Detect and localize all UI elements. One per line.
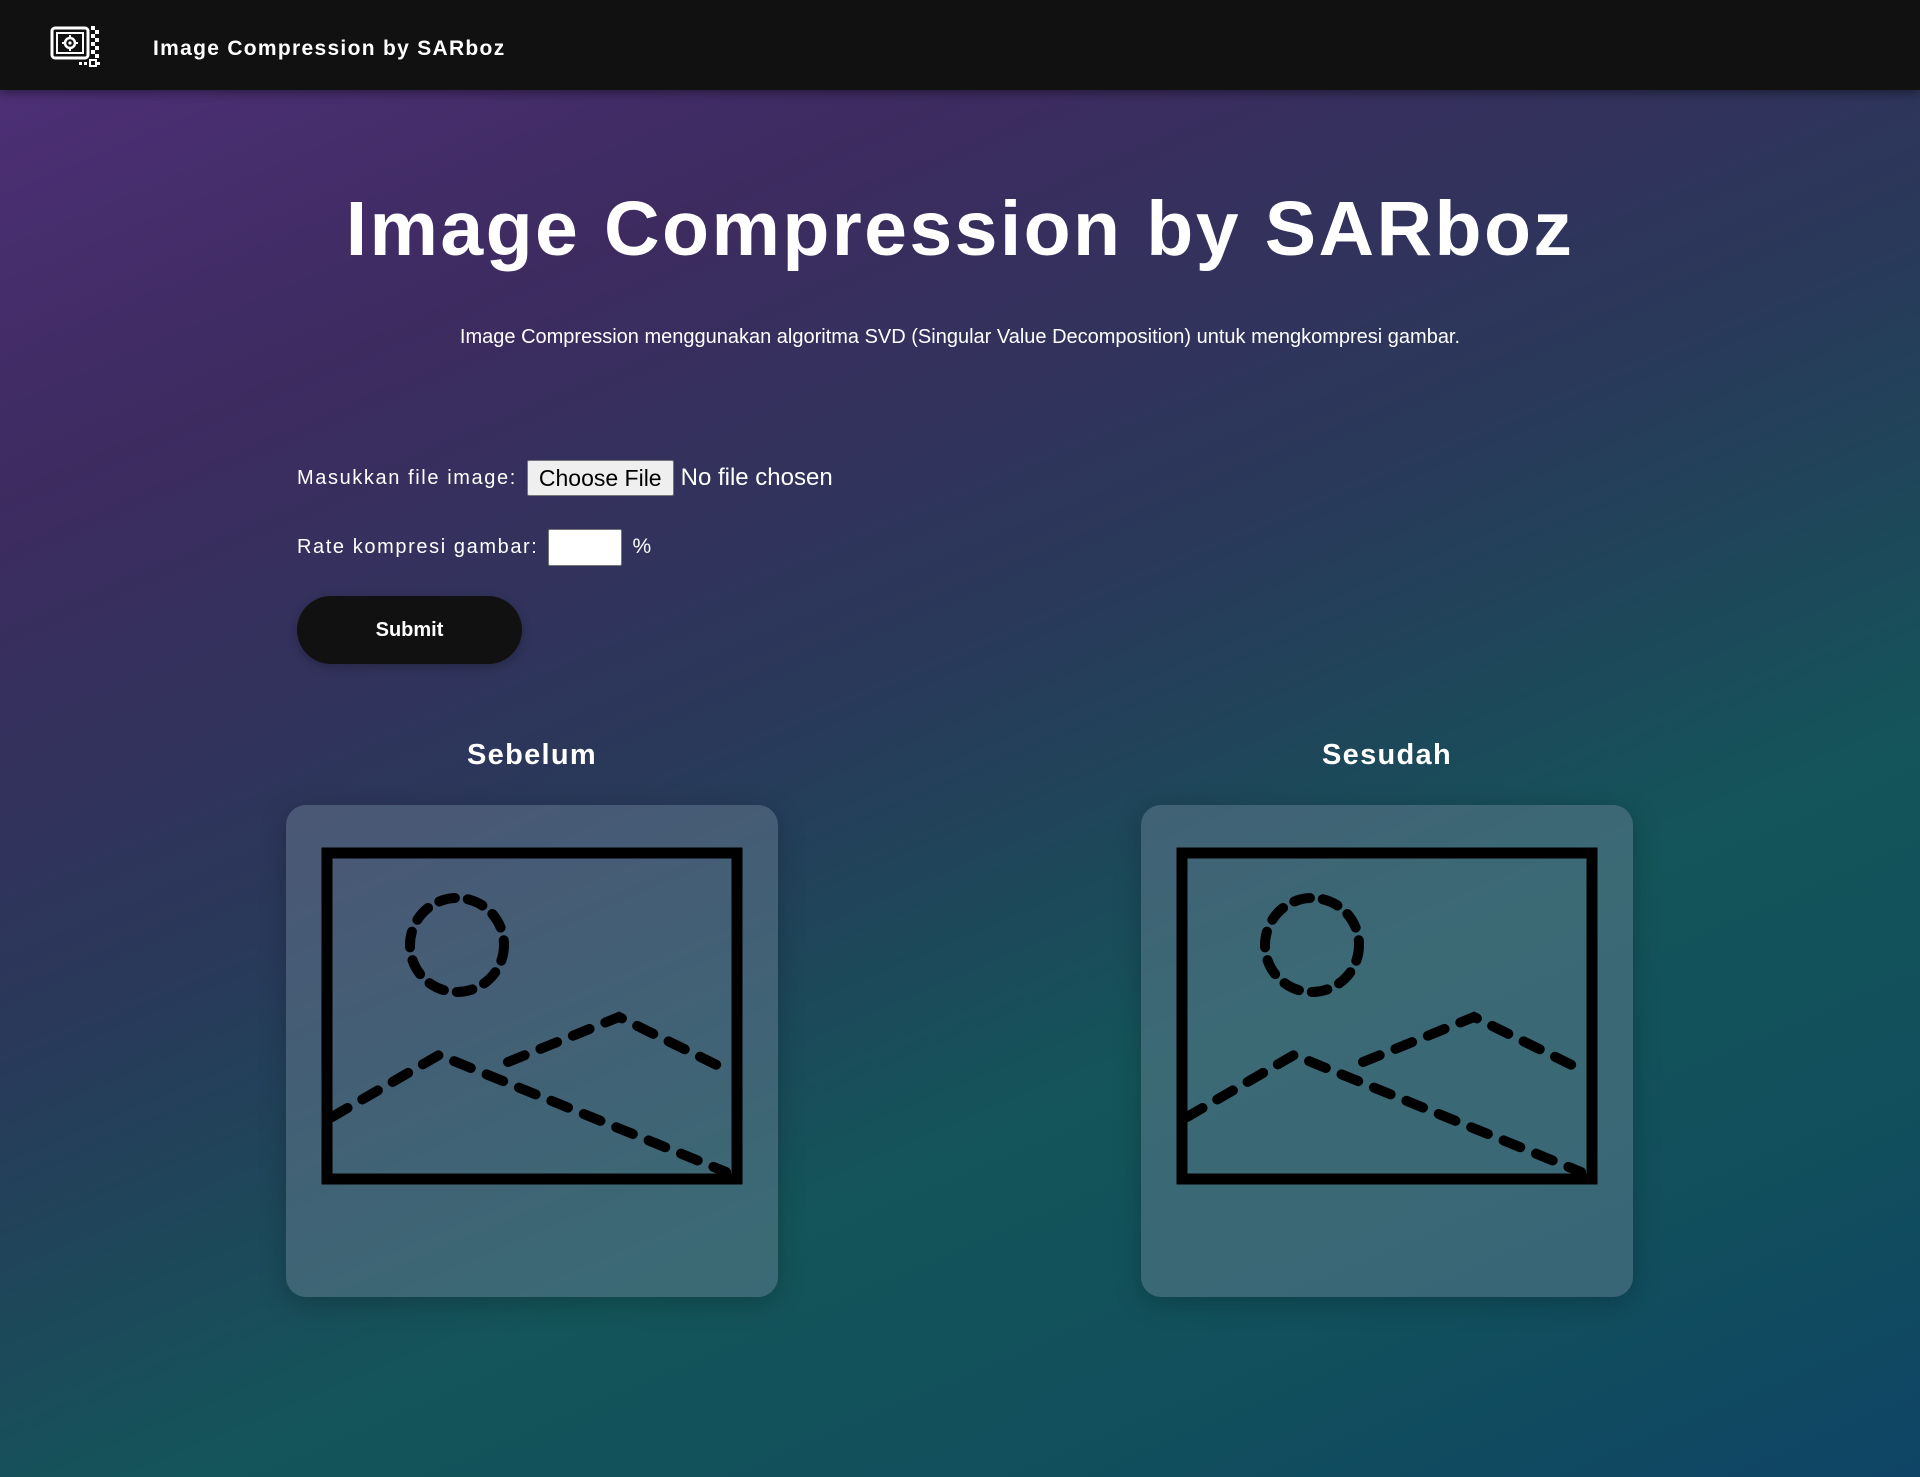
image-placeholder-icon [321,847,743,1185]
page-description: Image Compression menggunakan algoritma … [459,326,1461,348]
compression-rate-row: Rate kompresi gambar: % [297,528,651,566]
navbar: Image Compression by SARboz [0,0,1920,90]
choose-file-button[interactable]: Choose File [526,460,674,496]
before-image-card [286,805,778,1297]
compress-image-icon[interactable] [49,24,101,70]
image-placeholder-icon [1176,847,1598,1185]
compression-rate-label: Rate kompresi gambar: [297,535,539,558]
file-upload-row: Masukkan file image: Choose File No file… [297,459,833,497]
file-upload-label: Masukkan file image: [297,466,517,489]
before-heading: Sebelum [467,739,597,771]
compression-rate-input[interactable] [548,528,623,566]
percent-unit: % [632,535,652,558]
page-title: Image Compression by SARboz [345,186,1575,272]
file-status-text: No file chosen [680,464,833,491]
submit-button[interactable]: Submit [297,596,522,664]
after-image-card [1141,805,1633,1297]
after-heading: Sesudah [1322,739,1452,771]
navbar-title[interactable]: Image Compression by SARboz [153,36,506,62]
